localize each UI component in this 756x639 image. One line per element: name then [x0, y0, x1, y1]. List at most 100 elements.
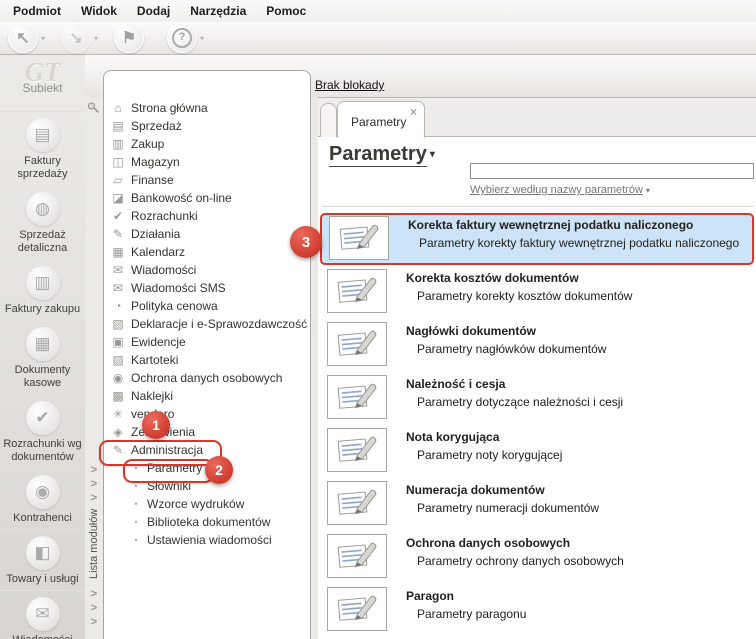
nav-item-label: Biblioteka dokumentów [147, 515, 271, 529]
header-separator [322, 206, 754, 207]
pin-icon[interactable] [87, 101, 100, 119]
nav-tree-item[interactable]: ◔ Polityka cenowa [104, 297, 310, 315]
nav-item-label: Kalendarz [131, 245, 186, 259]
nav-tree-item[interactable]: ▣ Ewidencje [104, 333, 310, 351]
chevron-right-icon: > [90, 616, 98, 628]
module-item[interactable]: ▥ Faktury zakupu [0, 259, 85, 320]
document-pencil-icon [327, 269, 387, 313]
collapsed-panel-chevrons[interactable]: > > > [85, 463, 103, 505]
module-icon: ▥ [25, 266, 60, 300]
nav-tree-item[interactable]: ▦ Kalendarz [104, 243, 310, 261]
nav-tree-item[interactable]: ✎ Działania [104, 225, 310, 243]
nav-tree-item[interactable]: ⌂ Strona główna [104, 99, 310, 117]
nav-tree-item[interactable]: ▧ Deklaracje i e-Sprawozdawczość [104, 315, 310, 333]
toolbar-caret-icon[interactable]: ▾ [41, 34, 48, 43]
module-item[interactable]: ◉ Kontrahenci [0, 468, 85, 529]
nav-item-label: Rozrachunki [131, 209, 198, 223]
document-pencil-icon [329, 216, 389, 260]
nav-item-icon: • [134, 499, 138, 509]
nav-tree-item[interactable]: • Wzorce wydruków [104, 495, 310, 513]
nav-item-icon: ▩ [112, 389, 124, 403]
chevron-right-icon: > [90, 464, 98, 476]
module-item[interactable]: ◧ Towary i usługi [0, 529, 85, 590]
toolbar-button[interactable]: ↘ [61, 23, 91, 53]
lock-status-link[interactable]: Brak blokady [315, 78, 384, 92]
module-list-vertical-tab[interactable]: Lista modułów [86, 503, 102, 585]
collapsed-panel-chevrons[interactable]: > > > [85, 587, 103, 629]
module-item[interactable]: ▤ Faktury sprzedaży [0, 111, 85, 185]
menu-item[interactable]: Podmiot [3, 1, 71, 21]
toolbar-button[interactable]: ⚑ [114, 23, 144, 53]
nav-item-icon: ▣ [112, 335, 124, 349]
toolbar-button-group: ↘ ▾ [61, 23, 101, 53]
nav-tree-item[interactable]: ◈ Zestawienia [104, 423, 310, 441]
filter-by-name-link[interactable]: Wybierz według nazwy parametrów ▾ [470, 184, 650, 196]
parameter-item[interactable]: Paragon Parametry paragonu [320, 586, 754, 634]
nav-tree-item[interactable]: ▱ Finanse [104, 171, 310, 189]
nav-tree-item[interactable]: ✳ vendero [104, 405, 310, 423]
nav-tree-item[interactable]: ▩ Naklejki [104, 387, 310, 405]
toolbar-caret-icon[interactable]: ▾ [94, 34, 101, 43]
nav-item-label: Deklaracje i e-Sprawozdawczość [131, 317, 308, 331]
nav-tree-item[interactable]: • Biblioteka dokumentów [104, 513, 310, 531]
nav-tree-item[interactable]: ▥ Zakup [104, 135, 310, 153]
toolbar-button-icon: ↖ [16, 30, 30, 47]
nav-tree-item[interactable]: ✉ Wiadomości [104, 261, 310, 279]
parameter-subtitle: Parametry korekty kosztów dokumentów [417, 289, 633, 303]
module-item[interactable]: ✔ Rozrachunki wg dokumentów [0, 394, 85, 468]
nav-tree-item[interactable]: ✔ Rozrachunki [104, 207, 310, 225]
parameter-item[interactable]: Nota korygująca Parametry noty korygując… [320, 427, 754, 475]
menu-item[interactable]: Widok [71, 1, 127, 21]
app-window: Podmiot Widok Dodaj Narzędzia Pomoc ↖ ▾ ↘ ▾ … [0, 0, 756, 639]
module-item[interactable]: ✉ Wiadomości odebrane [0, 590, 85, 639]
module-label: Kontrahenci [13, 512, 72, 524]
nav-tree-item[interactable]: ◪ Bankowość on-line [104, 189, 310, 207]
close-icon[interactable]: × [410, 105, 417, 119]
parameter-item[interactable]: Korekta faktury wewnętrznej podatku nali… [320, 213, 754, 265]
parameter-item[interactable]: Nagłówki dokumentów Parametry nagłówków … [320, 321, 754, 369]
nav-tree-item[interactable]: ▤ Sprzedaż [104, 117, 310, 135]
nav-item-label: Sprzedaż [131, 119, 182, 133]
module-item[interactable]: ▦ Dokumenty kasowe [0, 320, 85, 394]
nav-tree-item[interactable]: ✉ Wiadomości SMS [104, 279, 310, 297]
parameter-item[interactable]: Numeracja dokumentów Parametry numeracji… [320, 480, 754, 528]
nav-item-icon: ✉ [112, 281, 124, 295]
nav-item-icon: ▧ [112, 317, 124, 331]
parameter-subtitle: Parametry ochrony danych osobowych [417, 554, 624, 568]
nav-tree-item[interactable]: ◫ Magazyn [104, 153, 310, 171]
parameter-item[interactable]: Należność i cesja Parametry dotyczące na… [320, 374, 754, 422]
parameter-title: Należność i cesja [406, 377, 506, 391]
menu-item[interactable]: Pomoc [256, 1, 316, 21]
parameter-subtitle: Parametry noty korygującej [417, 448, 563, 462]
parameter-item[interactable]: Korekta kosztów dokumentów Parametry kor… [320, 268, 754, 316]
nav-item-icon: ▥ [112, 137, 124, 151]
module-icon: ▦ [25, 327, 60, 361]
chevron-down-icon: ▾ [645, 186, 650, 195]
toolbar: ↖ ▾ ↘ ▾ ⚑ ? ▾ [0, 22, 756, 55]
nav-item-label: Polityka cenowa [131, 299, 218, 313]
nav-tree-item[interactable]: • Ustawienia wiadomości [104, 531, 310, 549]
page-title-dropdown[interactable]: Parametry ▾ [329, 143, 435, 167]
parameter-item[interactable]: Ochrona danych osobowych Parametry ochro… [320, 533, 754, 581]
menu-item[interactable]: Dodaj [127, 1, 180, 21]
tab-strip-edge [320, 103, 337, 137]
nav-item-label: Kartoteki [131, 353, 179, 367]
module-label: Rozrachunki wg dokumentów [3, 438, 82, 463]
toolbar-button[interactable]: ? [167, 23, 197, 53]
menu-item[interactable]: Narzędzia [180, 1, 256, 21]
parameter-search-input[interactable] [470, 163, 754, 179]
nav-tree-item[interactable]: ▨ Kartoteki [104, 351, 310, 369]
module-label: Towary i usługi [6, 573, 79, 585]
module-item[interactable]: ◍ Sprzedaż detaliczna [0, 185, 85, 259]
toolbar-caret-icon[interactable]: ▾ [200, 34, 207, 43]
nav-item-label: Ochrona danych osobowych [131, 371, 283, 385]
parameter-title: Korekta kosztów dokumentów [406, 271, 579, 285]
nav-item-icon: ▦ [112, 245, 124, 259]
tab-parametry[interactable]: Parametry × [337, 101, 425, 138]
toolbar-button[interactable]: ↖ [8, 23, 38, 53]
nav-item-label: Finanse [131, 173, 174, 187]
nav-tree-item[interactable]: ◉ Ochrona danych osobowych [104, 369, 310, 387]
nav-item-label: Naklejki [131, 389, 174, 403]
module-sidebar: GT Subiekt ▤ Faktury sprzedaży ◍ Sprzeda… [0, 55, 85, 639]
tab-label: Parametry [351, 115, 407, 129]
